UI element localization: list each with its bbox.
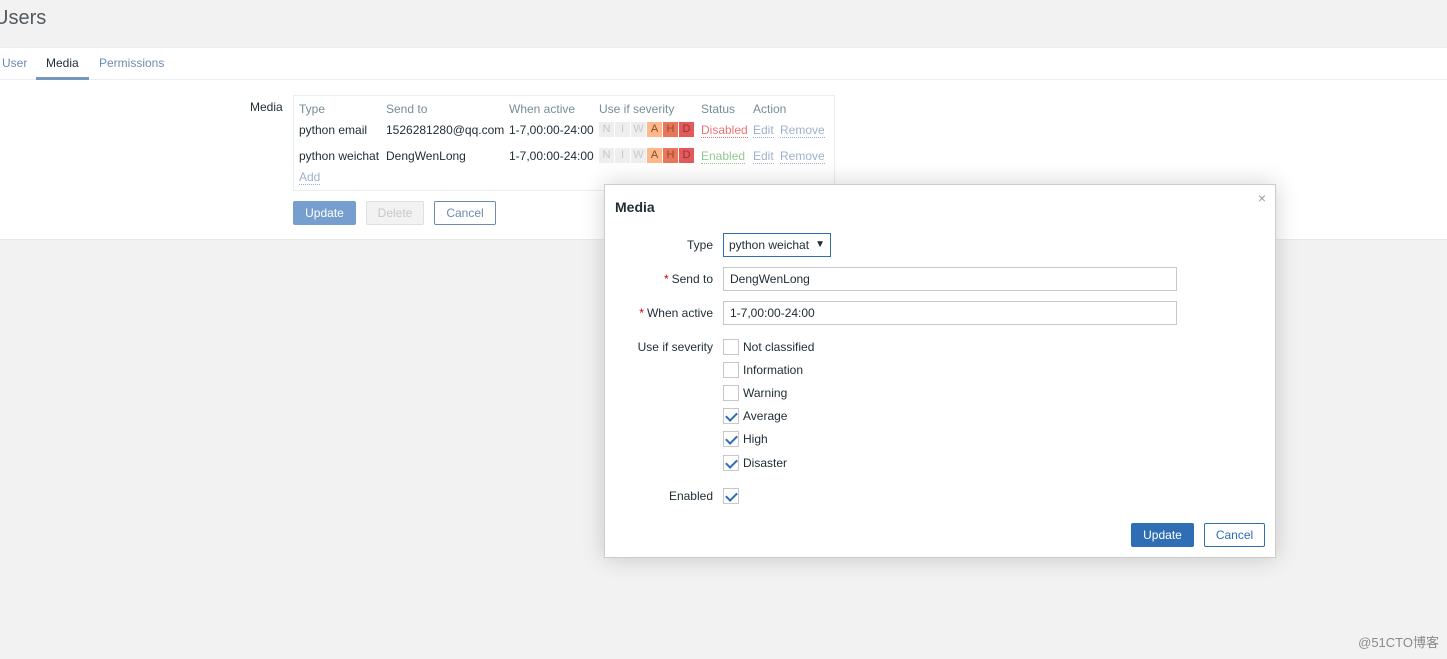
checkbox-not-classified[interactable]	[723, 339, 739, 355]
media-table: Type Send to When active Use if severity…	[293, 95, 835, 191]
tabs-bar: User Media Permissions	[0, 48, 1447, 80]
col-header-type: Type	[299, 102, 326, 116]
when-active-input[interactable]	[723, 301, 1177, 325]
update-button[interactable]: Update	[293, 201, 356, 225]
send-to-label: * Send to	[663, 272, 713, 286]
severity-h: H	[663, 148, 679, 163]
severity-w: W	[631, 148, 647, 163]
col-header-send-to: Send to	[386, 102, 428, 116]
severity-a: A	[647, 122, 663, 137]
enabled-toggle[interactable]	[723, 488, 739, 504]
severity-not-classified[interactable]: Not classified	[723, 339, 814, 355]
watermark: @51CTO博客	[1358, 635, 1439, 650]
row-when-active: 1-7,00:00-24:00	[509, 123, 594, 137]
severity-n: N	[599, 122, 615, 137]
edit-link[interactable]: Edit	[753, 123, 774, 138]
col-header-severity: Use if severity	[599, 102, 675, 116]
col-header-status: Status	[701, 102, 736, 116]
add-media-link[interactable]: Add	[299, 170, 321, 185]
type-label: Type	[686, 238, 713, 252]
remove-link[interactable]: Remove	[780, 123, 825, 138]
row-send-to: 1526281280@qq.com	[386, 123, 505, 137]
row-send-to: DengWenLong	[386, 149, 466, 163]
severity-information[interactable]: Information	[723, 362, 803, 378]
severity-average[interactable]: Average	[723, 408, 787, 424]
severity-d: D	[679, 148, 695, 163]
severity-high[interactable]: High	[723, 431, 768, 447]
severity-d: D	[679, 122, 695, 137]
when-active-label: * When active	[639, 306, 713, 320]
checkbox-enabled[interactable]	[723, 488, 739, 504]
close-icon[interactable]: ×	[1258, 190, 1266, 206]
media-dialog: Media × Type python weichat ▼ *Send to *…	[604, 184, 1276, 558]
dialog-update-button[interactable]: Update	[1131, 523, 1194, 547]
severity-i: I	[615, 148, 631, 163]
severity-n: N	[599, 148, 615, 163]
severity-w: W	[631, 122, 647, 137]
required-marker: *	[639, 306, 644, 320]
row-type: python weichat	[299, 149, 380, 163]
checkbox-high[interactable]	[723, 431, 739, 447]
page-header: Users	[0, 0, 1447, 48]
checkbox-disaster[interactable]	[723, 455, 739, 471]
cancel-button[interactable]: Cancel	[434, 201, 496, 225]
severity-indicator: N I W A H D	[599, 122, 695, 137]
severity-label: Use if severity	[637, 340, 713, 354]
required-marker: *	[663, 272, 669, 286]
severity-warning[interactable]: Warning	[723, 385, 787, 401]
enabled-label: Enabled	[668, 489, 713, 503]
edit-link[interactable]: Edit	[753, 149, 774, 164]
checkbox-warning[interactable]	[723, 385, 739, 401]
severity-indicator: N I W A H D	[599, 148, 695, 163]
delete-button: Delete	[366, 201, 424, 225]
col-header-action: Action	[753, 102, 787, 116]
row-when-active: 1-7,00:00-24:00	[509, 149, 594, 163]
status-toggle[interactable]: Enabled	[701, 149, 746, 164]
chevron-down-icon: ▼	[815, 239, 825, 250]
status-toggle[interactable]: Disabled	[701, 123, 748, 138]
type-select-value: python weichat	[729, 238, 810, 252]
tab-media[interactable]: Media	[36, 48, 89, 80]
severity-disaster[interactable]: Disaster	[723, 455, 787, 471]
dialog-cancel-button[interactable]: Cancel	[1204, 523, 1265, 547]
media-field-label: Media	[250, 100, 283, 114]
severity-h: H	[663, 122, 679, 137]
col-header-when-active: When active	[509, 102, 576, 116]
tab-permissions[interactable]: Permissions	[89, 48, 174, 80]
row-type: python email	[299, 123, 368, 137]
severity-i: I	[615, 122, 631, 137]
dialog-title: Media	[615, 199, 655, 215]
severity-a: A	[647, 148, 663, 163]
tab-user[interactable]: User	[0, 48, 37, 80]
page-title: Users	[0, 7, 47, 29]
type-select[interactable]: python weichat ▼	[723, 233, 831, 257]
checkbox-information[interactable]	[723, 362, 739, 378]
checkbox-average[interactable]	[723, 408, 739, 424]
send-to-input[interactable]	[723, 267, 1177, 291]
remove-link[interactable]: Remove	[780, 149, 825, 164]
